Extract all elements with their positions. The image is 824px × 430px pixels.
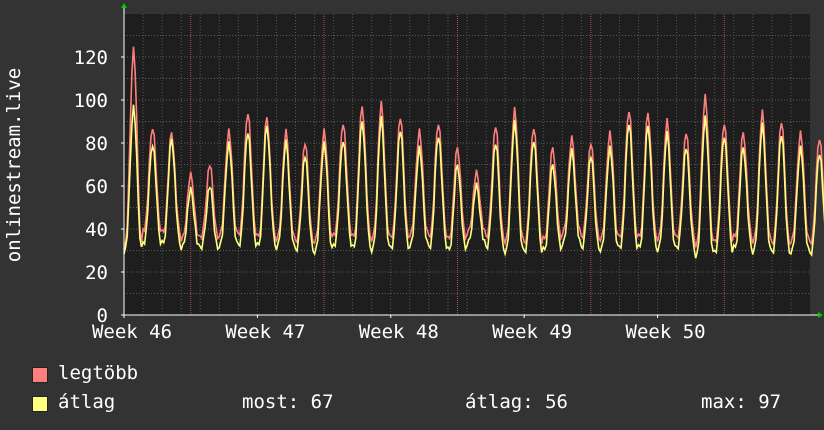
legend-label-avg: átlag (58, 391, 116, 413)
y-axis-label-text: onlinestream.live (3, 67, 25, 263)
stat-average: átlag: 56 (465, 391, 568, 413)
x-tick-label: Week 50 (626, 321, 706, 343)
legend-swatch-max (32, 367, 48, 383)
x-tick-label: Week 49 (492, 321, 572, 343)
legend-swatch-avg (32, 396, 48, 412)
chart: 020406080100120Week 46 Week 47 Week 48 Week… (74, 3, 824, 343)
y-tick-label: 100 (74, 90, 108, 112)
y-axis-arrow (121, 3, 127, 8)
x-tick-label: Week 46 (92, 321, 172, 343)
y-tick-label: 80 (85, 133, 108, 155)
stat-now: most: 67 (242, 391, 334, 413)
y-axis-label: onlinestream.live (0, 0, 28, 316)
y-tick-label: 20 (85, 262, 108, 284)
stat-max: max: 97 (701, 391, 782, 413)
x-axis-arrow (818, 312, 823, 318)
legend-label-max: legtöbb (58, 362, 139, 384)
y-tick-label: 40 (85, 219, 108, 241)
y-tick-label: 60 (85, 176, 108, 198)
x-tick-label: Week 48 (359, 321, 439, 343)
y-tick-label: 120 (74, 47, 108, 69)
x-tick-label: Week 47 (225, 321, 305, 343)
